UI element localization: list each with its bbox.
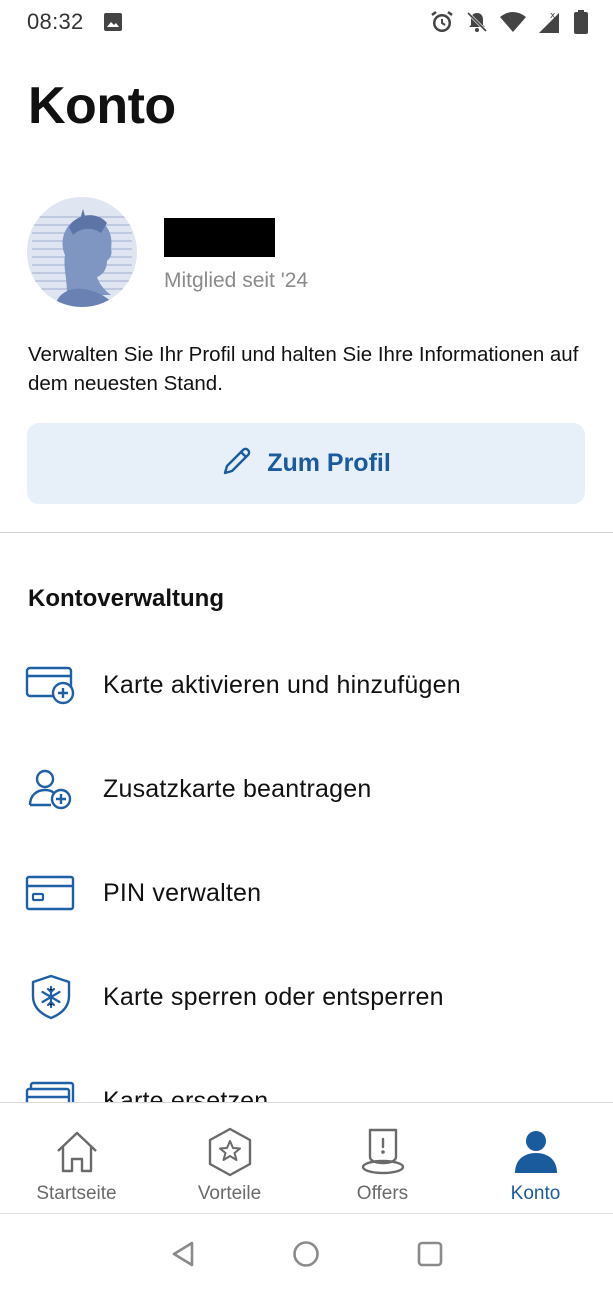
menu-item-activate-card[interactable]: Karte aktivieren und hinzufügen [0, 645, 613, 725]
status-time: 08:32 [27, 9, 84, 34]
profile-description: Verwalten Sie Ihr Profil und halten Sie … [28, 343, 579, 395]
card-add-icon [25, 664, 77, 706]
bottom-navigation: Startseite Vorteile Offers Konto [0, 1102, 613, 1213]
redacted-name [164, 218, 275, 257]
wifi-icon [499, 10, 527, 34]
system-navigation-bar [0, 1213, 613, 1295]
status-bar: 08:32 x [0, 0, 613, 46]
home-button[interactable] [286, 1236, 326, 1276]
alarm-icon [429, 9, 455, 35]
menu-item-label: PIN verwalten [103, 879, 262, 907]
tab-label: Vorteile [197, 1183, 262, 1204]
back-triangle-icon [170, 1240, 196, 1273]
shield-snowflake-icon [25, 974, 77, 1020]
pencil-icon [221, 445, 253, 482]
home-circle-icon [292, 1240, 320, 1273]
battery-icon [573, 9, 589, 35]
profile-button-label: Zum Profil [267, 449, 391, 477]
tab-label: Konto [510, 1183, 561, 1204]
user-add-icon [25, 768, 77, 810]
menu-item-replace-card[interactable]: Karte ersetzen [0, 1061, 613, 1102]
tab-offers[interactable]: Offers [306, 1103, 459, 1213]
menu-item-manage-pin[interactable]: PIN verwalten [0, 853, 613, 933]
menu-item-additional-card[interactable]: Zusatzkarte beantragen [0, 749, 613, 829]
menu-item-label: Karte ersetzen [103, 1087, 269, 1102]
tab-startseite[interactable]: Startseite [0, 1103, 153, 1213]
section-title: Kontoverwaltung [28, 585, 224, 612]
page-title: Konto [28, 77, 176, 135]
card-replace-icon [25, 1080, 77, 1102]
svg-text:x: x [550, 11, 556, 21]
avatar [27, 197, 137, 307]
menu-item-label: Zusatzkarte beantragen [103, 775, 372, 803]
star-badge-icon [205, 1127, 255, 1177]
tab-label: Startseite [36, 1183, 117, 1204]
home-icon [52, 1127, 102, 1177]
tab-vorteile[interactable]: Vorteile [153, 1103, 306, 1213]
card-icon [25, 872, 77, 914]
recents-square-icon [416, 1240, 444, 1273]
tab-label: Offers [356, 1183, 409, 1204]
menu-item-lock-card[interactable]: Karte sperren oder entsperren [0, 957, 613, 1037]
person-icon [511, 1127, 561, 1177]
tab-konto[interactable]: Konto [459, 1103, 612, 1213]
offer-tag-icon [358, 1127, 408, 1177]
menu-item-label: Karte aktivieren und hinzufügen [103, 671, 461, 699]
back-button[interactable] [163, 1236, 203, 1276]
signal-icon: x [537, 9, 563, 35]
recents-button[interactable] [410, 1236, 450, 1276]
divider [0, 532, 613, 533]
image-icon [103, 12, 123, 37]
account-menu-list: Karte aktivieren und hinzufügen Zusatzka… [0, 640, 613, 1102]
profile-button[interactable]: Zum Profil [27, 423, 585, 504]
status-icons: x [429, 9, 589, 35]
member-since: Mitglied seit '24 [164, 269, 309, 292]
menu-item-label: Karte sperren oder entsperren [103, 983, 444, 1011]
notifications-off-icon [465, 10, 489, 34]
